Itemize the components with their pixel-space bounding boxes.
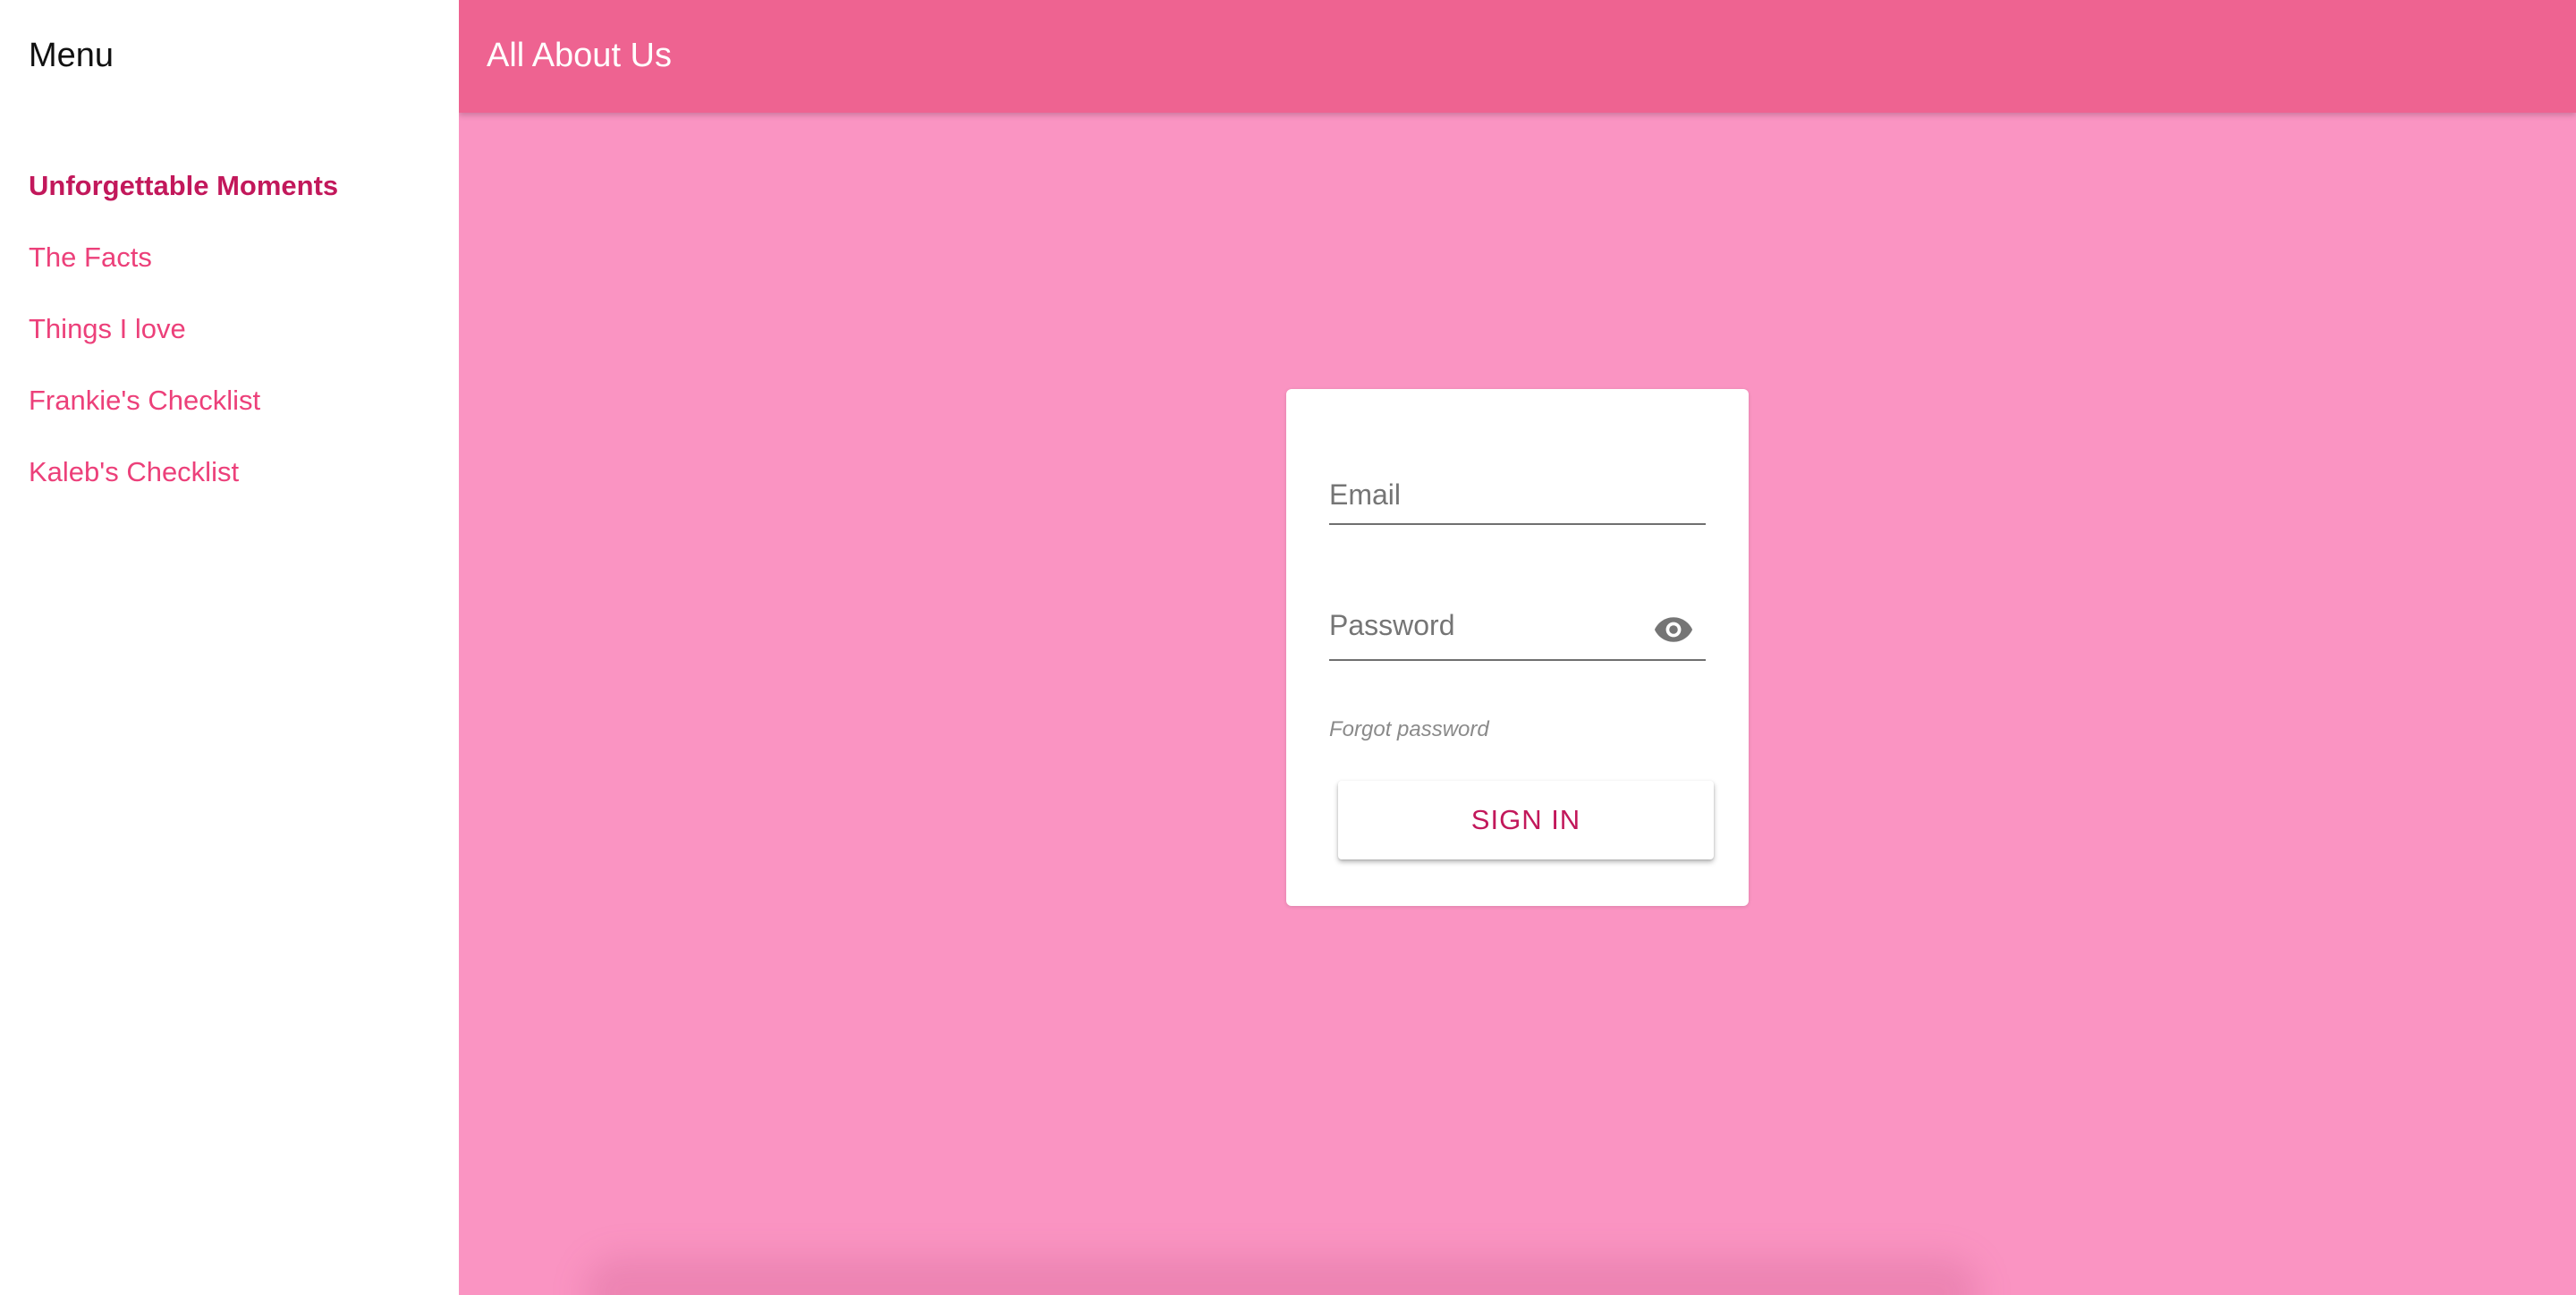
bottom-shadow [584, 1257, 1979, 1295]
sidebar-item-the-facts[interactable]: The Facts [29, 238, 338, 277]
app-window: Menu Unforgettable Moments The Facts Thi… [0, 0, 2576, 1295]
sidebar-title: Menu [29, 37, 114, 74]
email-field[interactable] [1329, 470, 1633, 520]
password-field-wrapper [1329, 600, 1706, 661]
password-field[interactable] [1329, 600, 1633, 650]
sidebar: Menu Unforgettable Moments The Facts Thi… [0, 0, 458, 1295]
main-content: All About Us Forgot password SIGN IN [459, 0, 2576, 1295]
eye-icon[interactable] [1654, 616, 1693, 643]
forgot-password-link[interactable]: Forgot password [1329, 716, 1489, 743]
email-field-wrapper [1329, 470, 1706, 525]
sidebar-nav: Unforgettable Moments The Facts Things I… [29, 166, 338, 524]
page-title: All About Us [487, 37, 672, 74]
sidebar-item-things-i-love[interactable]: Things I love [29, 309, 338, 349]
sidebar-item-unforgettable-moments[interactable]: Unforgettable Moments [29, 166, 338, 206]
sidebar-item-frankies-checklist[interactable]: Frankie's Checklist [29, 381, 338, 420]
sign-in-button[interactable]: SIGN IN [1338, 781, 1714, 859]
top-toolbar: All About Us [459, 0, 2576, 113]
login-card: Forgot password SIGN IN [1286, 389, 1749, 906]
sidebar-item-kalebs-checklist[interactable]: Kaleb's Checklist [29, 453, 338, 492]
